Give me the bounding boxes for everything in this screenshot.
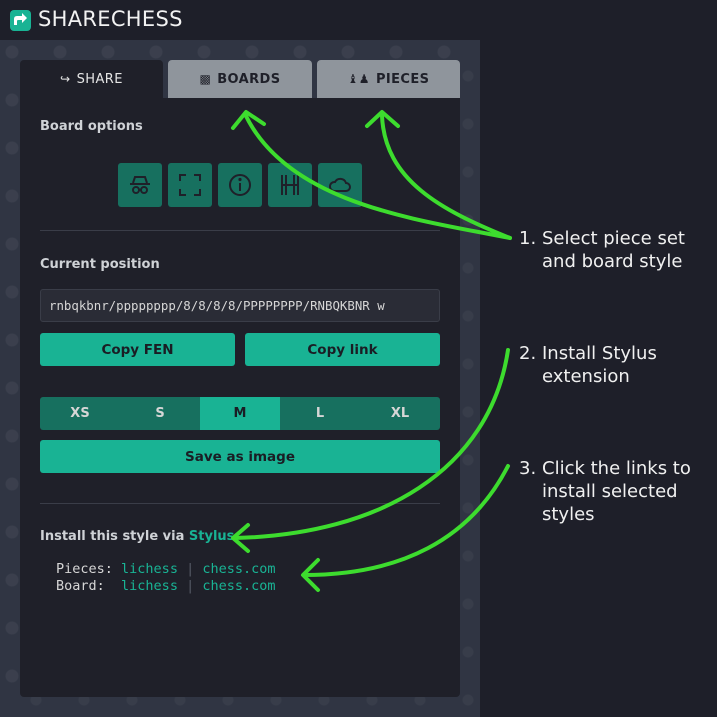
stylus-prefix: Install this style via <box>40 529 185 544</box>
app-title: SHARECHESS <box>38 7 183 31</box>
tab-boards[interactable]: ▩ BOARDS <box>168 60 312 98</box>
incognito-button[interactable] <box>118 163 162 207</box>
image-size-selector: XS S M L XL <box>40 397 440 430</box>
size-l[interactable]: L <box>280 397 360 430</box>
checkerboard-icon: ▩ <box>199 72 212 86</box>
size-s[interactable]: S <box>120 397 200 430</box>
note-3-line2: install selected <box>542 481 678 502</box>
size-xl[interactable]: XL <box>360 397 440 430</box>
chess-pieces-icon: ♝♟ <box>347 72 370 86</box>
cloud-button[interactable] <box>318 163 362 207</box>
note-2-number: 2. <box>519 343 537 364</box>
stylus-install-text: Install this style via Stylus <box>40 529 234 544</box>
fen-input[interactable]: rnbqkbnr/pppppppp/8/8/8/8/PPPPPPPP/RNBQK… <box>40 289 440 322</box>
divider <box>40 503 440 504</box>
fullscreen-icon <box>179 174 201 196</box>
separator: | <box>186 578 195 594</box>
tab-boards-label: BOARDS <box>217 71 281 87</box>
note-2-line2: extension <box>542 366 630 387</box>
copy-link-button[interactable]: Copy link <box>245 333 440 366</box>
cloud-icon <box>328 177 351 192</box>
pieces-lichess-link[interactable]: lichess <box>121 561 178 577</box>
h-letter-button[interactable] <box>268 163 312 207</box>
incognito-icon <box>130 176 150 194</box>
pieces-label: Pieces: <box>56 561 113 577</box>
save-image-button[interactable]: Save as image <box>40 440 440 473</box>
note-2-line1: Install Stylus <box>542 343 657 364</box>
note-1-line1: Select piece set <box>542 228 685 249</box>
pieces-chesscom-link[interactable]: chess.com <box>202 561 275 577</box>
note-3: 3. Click the links to install selected st… <box>519 457 691 526</box>
divider <box>40 230 440 231</box>
tab-share-label: SHARE <box>76 71 123 87</box>
info-icon <box>229 174 251 196</box>
note-3-number: 3. <box>519 458 537 479</box>
separator: | <box>186 561 195 577</box>
info-button[interactable] <box>218 163 262 207</box>
size-m[interactable]: M <box>200 397 280 430</box>
stylus-link[interactable]: Stylus <box>189 529 235 544</box>
share-chess-logo-icon[interactable] <box>10 10 31 31</box>
board-label: Board: <box>56 578 113 594</box>
fullscreen-button[interactable] <box>168 163 212 207</box>
copy-fen-button[interactable]: Copy FEN <box>40 333 235 366</box>
board-links-row: Board: lichess | chess.com <box>56 578 276 594</box>
tab-pieces[interactable]: ♝♟ PIECES <box>317 60 460 98</box>
note-2: 2. Install Stylus extension <box>519 342 657 388</box>
size-xs[interactable]: XS <box>40 397 120 430</box>
tab-share[interactable]: ↪ SHARE <box>20 60 163 98</box>
tab-pieces-label: PIECES <box>375 71 430 87</box>
note-3-line3: styles <box>542 504 595 525</box>
pieces-links-row: Pieces: lichess | chess.com <box>56 561 276 577</box>
board-lichess-link[interactable]: lichess <box>121 578 178 594</box>
board-options-label: Board options <box>40 119 143 134</box>
note-1-number: 1. <box>519 228 537 249</box>
note-1-line2: and board style <box>542 251 683 272</box>
share-arrow-icon: ↪ <box>60 72 71 86</box>
h-letter-icon <box>281 175 299 195</box>
board-chesscom-link[interactable]: chess.com <box>202 578 275 594</box>
top-bar: SHARECHESS <box>0 0 717 40</box>
note-1: 1. Select piece set and board style <box>519 227 685 273</box>
current-position-label: Current position <box>40 257 160 272</box>
note-3-line1: Click the links to <box>542 458 691 479</box>
